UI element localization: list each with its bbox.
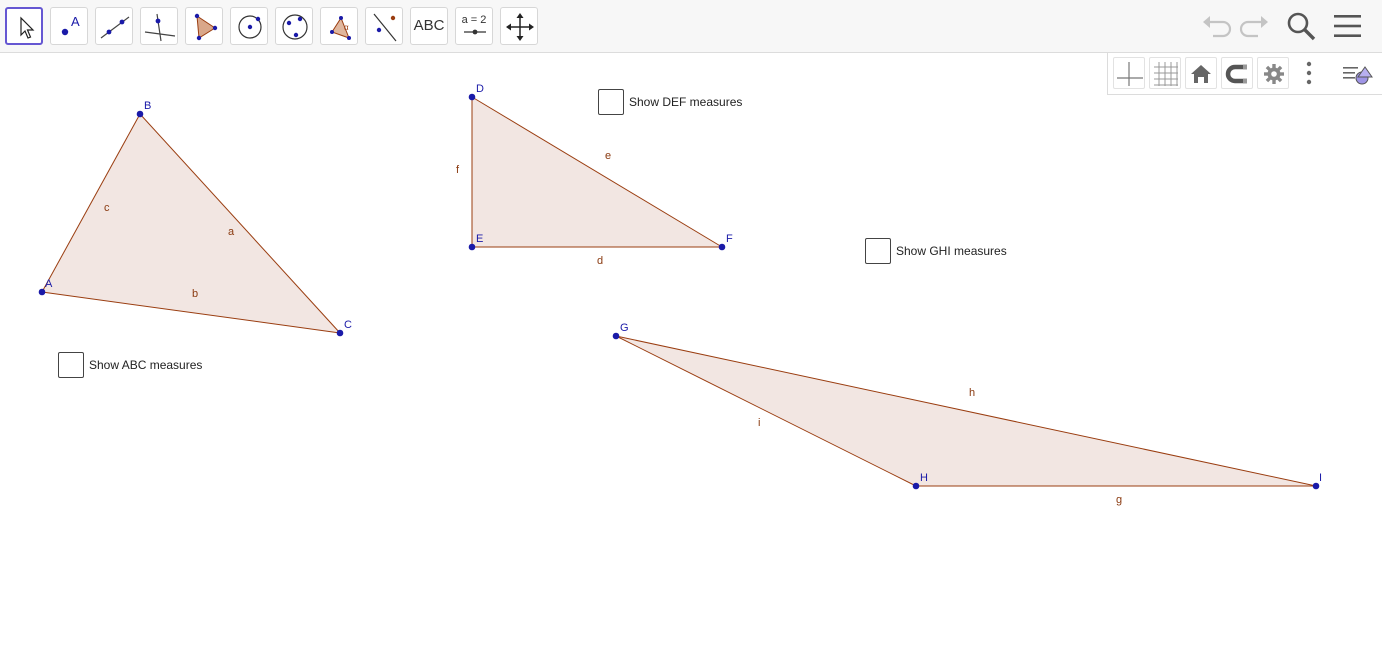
geometry-canvas: A B C a b c D E F d e f G H I g h i (38, 83, 1322, 506)
conic-icon (282, 14, 308, 40)
slider-tool-button[interactable]: a = 2 (455, 7, 493, 45)
line-tool-button[interactable] (95, 7, 133, 45)
triangle-abc[interactable]: A B C a b c (38, 100, 352, 337)
polygon-icon (194, 13, 218, 41)
graphics-view[interactable]: A B C a b c D E F d e f G H I g h i Show… (0, 53, 1382, 647)
point-e[interactable] (468, 243, 476, 251)
label-point-a: A (45, 278, 53, 290)
label-segment-g: g (1116, 494, 1122, 506)
text-tool-button[interactable]: ABC (410, 7, 448, 45)
point-icon: A (61, 14, 80, 36)
polygon-abc[interactable] (42, 114, 340, 333)
main-menu-button[interactable] (1330, 8, 1366, 44)
label-segment-b: b (192, 288, 198, 300)
label-segment-h: h (969, 387, 975, 399)
show-ghi-measures-label[interactable]: Show GHI measures (896, 244, 1007, 258)
reflect-tool-button[interactable] (365, 7, 403, 45)
label-point-d: D (476, 83, 484, 95)
label-segment-c: c (104, 202, 110, 214)
conic-tool-button[interactable] (275, 7, 313, 45)
show-def-measures-label[interactable]: Show DEF measures (629, 95, 742, 109)
angle-tool-button[interactable]: α (320, 7, 358, 45)
perpendicular-line-tool-button[interactable] (140, 7, 178, 45)
show-abc-measures-label[interactable]: Show ABC measures (89, 358, 202, 372)
point-f[interactable] (718, 243, 726, 251)
point-d[interactable] (468, 93, 476, 101)
circle-tool-button[interactable] (230, 7, 268, 45)
search-icon (1287, 12, 1316, 41)
redo-icon (1239, 16, 1268, 38)
point-b[interactable] (136, 110, 144, 118)
point-h[interactable] (912, 482, 920, 490)
triangle-def[interactable]: D E F d e f (456, 83, 733, 267)
svg-text:α: α (344, 23, 349, 32)
point-tool-button[interactable]: A (50, 7, 88, 45)
show-abc-measures-checkbox[interactable] (58, 352, 84, 378)
menu-icon (1334, 15, 1361, 37)
label-point-h: H (920, 472, 928, 484)
move-tool-button[interactable] (5, 7, 43, 45)
move-graphics-view-tool-button[interactable] (500, 7, 538, 45)
label-point-g: G (620, 322, 629, 334)
point-c[interactable] (336, 329, 344, 337)
svg-text:A: A (71, 14, 80, 29)
label-point-i: I (1319, 472, 1322, 484)
label-point-e: E (476, 233, 483, 245)
polygon-tool-button[interactable] (185, 7, 223, 45)
reflect-icon (373, 13, 397, 42)
circle-icon (238, 15, 262, 39)
label-point-b: B (144, 100, 151, 112)
undo-button[interactable] (1199, 8, 1235, 44)
toolbar: A α ABC a = 2 (0, 0, 1382, 53)
point-g[interactable] (612, 332, 620, 340)
label-segment-i: i (758, 417, 760, 429)
angle-icon: α (330, 16, 351, 40)
triangle-ghi[interactable]: G H I g h i (612, 322, 1322, 506)
slider-icon (464, 29, 486, 35)
move-arrows-icon (506, 13, 534, 41)
text-tool-label: ABC (413, 17, 445, 34)
label-segment-d: d (597, 255, 603, 267)
show-def-measures-checkbox[interactable] (598, 89, 624, 115)
label-segment-e: e (605, 150, 611, 162)
label-segment-f: f (456, 164, 460, 176)
show-ghi-measures-checkbox[interactable] (865, 238, 891, 264)
search-button[interactable] (1283, 8, 1319, 44)
label-segment-a: a (228, 226, 235, 238)
undo-icon (1203, 16, 1232, 38)
perpendicular-line-icon (144, 13, 176, 42)
label-point-c: C (344, 319, 352, 331)
cursor-arrow-icon (20, 16, 35, 39)
label-point-f: F (726, 233, 733, 245)
redo-button[interactable] (1236, 8, 1272, 44)
line-icon (100, 16, 130, 39)
